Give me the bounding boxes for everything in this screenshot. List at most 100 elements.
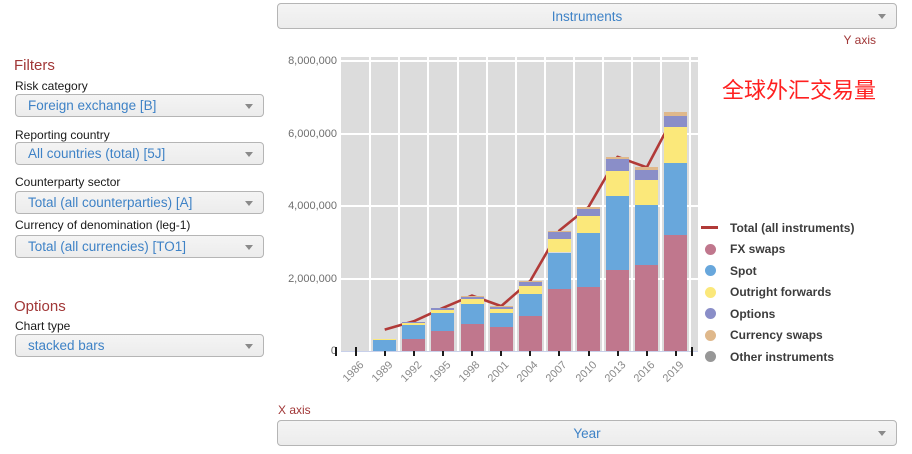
chevron-down-icon — [245, 245, 253, 250]
y-axis-label: Y axis — [844, 33, 876, 47]
legend-item-spot: Spot — [701, 264, 854, 277]
bar-segment-currency-swaps-2016 — [635, 167, 658, 170]
legend-item-outright-forwards: Outright forwards — [701, 286, 854, 299]
chart-type-value: stacked bars — [28, 335, 239, 356]
legend-label: FX swaps — [730, 242, 785, 256]
legend-line-marker — [701, 226, 718, 229]
bar-segment-fx-swaps-1998 — [461, 324, 484, 351]
x-tick — [355, 347, 357, 356]
bar-segment-spot-1998 — [461, 304, 484, 325]
bar-segment-outright-forwards-2004 — [519, 286, 542, 294]
options-heading: Options — [14, 298, 66, 315]
chevron-down-icon — [878, 14, 886, 19]
y-tick-label: 0 — [230, 344, 337, 358]
chart-type-label: Chart type — [15, 319, 70, 333]
bar-segment-fx-swaps-2013 — [606, 270, 629, 351]
year-dropdown-value: Year — [302, 421, 872, 445]
legend-item-currency-swaps: Currency swaps — [701, 329, 854, 342]
risk-category-value: Foreign exchange [B] — [28, 95, 239, 116]
reporting-country-dropdown[interactable]: All countries (total) [5J] — [15, 142, 264, 165]
counterparty-sector-dropdown[interactable]: Total (all counterparties) [A] — [15, 191, 264, 214]
legend-label: Spot — [730, 264, 757, 278]
x-tick — [691, 347, 693, 356]
bar-segment-fx-swaps-2019 — [664, 235, 687, 351]
currency-denomination-dropdown[interactable]: Total (all currencies) [TO1] — [15, 235, 264, 258]
bar-segment-fx-swaps-2007 — [548, 289, 571, 351]
bar-segment-fx-swaps-2004 — [519, 316, 542, 351]
x-tick — [335, 347, 337, 356]
chevron-down-icon — [878, 431, 886, 436]
chevron-down-icon — [245, 104, 253, 109]
bar-segment-outright-forwards-1989 — [373, 339, 396, 340]
legend-dot-marker — [705, 351, 716, 362]
bar-segment-options-2013 — [606, 159, 629, 171]
chart-baseline — [341, 351, 698, 352]
bar-segment-spot-2019 — [664, 163, 687, 235]
legend-item-other-instruments: Other instruments — [701, 350, 854, 363]
counterparty-sector-label: Counterparty sector — [15, 175, 120, 189]
instruments-dropdown[interactable]: Instruments — [277, 3, 897, 29]
bar-segment-currency-swaps-2007 — [548, 231, 571, 232]
bar-segment-currency-swaps-2019 — [664, 112, 687, 116]
chevron-down-icon — [245, 152, 253, 157]
bar-segment-fx-swaps-1995 — [431, 331, 454, 351]
bar-segment-outright-forwards-1992 — [402, 323, 425, 325]
legend-label: Currency swaps — [730, 328, 823, 342]
instruments-dropdown-value: Instruments — [302, 4, 872, 28]
bar-segment-fx-swaps-2010 — [577, 287, 600, 351]
bar-segment-spot-2013 — [606, 196, 629, 270]
bar-segment-currency-swaps-2004 — [519, 281, 542, 282]
bar-segment-spot-2010 — [577, 233, 600, 287]
legend-item-fx-swaps: FX swaps — [701, 243, 854, 256]
bar-segment-spot-2016 — [635, 205, 658, 265]
x-axis-label: X axis — [278, 403, 311, 417]
bar-segment-outright-forwards-1995 — [431, 310, 454, 314]
y-tick-label: 6,000,000 — [230, 127, 337, 141]
bar-segment-currency-swaps-2013 — [606, 157, 629, 159]
year-dropdown[interactable]: Year — [277, 420, 897, 446]
bar-segment-spot-2001 — [490, 313, 513, 327]
bar-segment-currency-swaps-2010 — [577, 207, 600, 209]
risk-category-label: Risk category — [15, 79, 88, 93]
bar-segment-options-2010 — [577, 209, 600, 217]
currency-denomination-label: Currency of denomination (leg-1) — [15, 218, 190, 232]
filters-heading: Filters — [14, 57, 55, 74]
bar-segment-options-2004 — [519, 282, 542, 286]
bar-segment-outright-forwards-2013 — [606, 171, 629, 196]
legend-label: Other instruments — [730, 350, 834, 364]
chart-type-dropdown[interactable]: stacked bars — [15, 334, 264, 357]
y-tick-label: 2,000,000 — [230, 272, 337, 286]
legend-dot-marker — [705, 265, 716, 276]
currency-denomination-value: Total (all currencies) [TO1] — [28, 236, 239, 257]
legend-dot-marker — [705, 287, 716, 298]
bar-segment-fx-swaps-2016 — [635, 265, 658, 351]
legend-item-options: Options — [701, 307, 854, 320]
bar-segment-outright-forwards-2019 — [664, 127, 687, 163]
bar-segment-outright-forwards-1998 — [461, 299, 484, 304]
bar-segment-options-2016 — [635, 170, 658, 179]
reporting-country-label: Reporting country — [15, 128, 110, 142]
bar-segment-outright-forwards-2001 — [490, 309, 513, 314]
bar-segment-outright-forwards-2016 — [635, 180, 658, 205]
legend-dot-marker — [705, 244, 716, 255]
bar-segment-options-2019 — [664, 116, 687, 127]
risk-category-dropdown[interactable]: Foreign exchange [B] — [15, 94, 264, 117]
y-tick-label: 8,000,000 — [230, 54, 337, 68]
legend-dot-marker — [705, 308, 716, 319]
counterparty-sector-value: Total (all counterparties) [A] — [28, 192, 239, 213]
chart-title: 全球外汇交易量 — [722, 73, 876, 105]
bar-segment-options-1998 — [461, 296, 484, 299]
reporting-country-value: All countries (total) [5J] — [28, 143, 239, 164]
bar-segment-spot-2007 — [548, 253, 571, 289]
bar-segment-options-2007 — [548, 232, 571, 240]
legend-label: Outright forwards — [730, 285, 831, 299]
legend-item-total-all-instruments-: Total (all instruments) — [701, 221, 854, 234]
bar-segment-options-1992 — [402, 322, 425, 323]
legend-label: Options — [730, 307, 775, 321]
chart-legend: Total (all instruments) FX swaps Spot Outri… — [701, 221, 854, 372]
bar-segment-outright-forwards-2007 — [548, 239, 571, 252]
bar-segment-options-1995 — [431, 308, 454, 310]
bar-segment-fx-swaps-1992 — [402, 339, 425, 351]
legend-dot-marker — [705, 330, 716, 341]
chart-plot-area — [341, 57, 698, 351]
